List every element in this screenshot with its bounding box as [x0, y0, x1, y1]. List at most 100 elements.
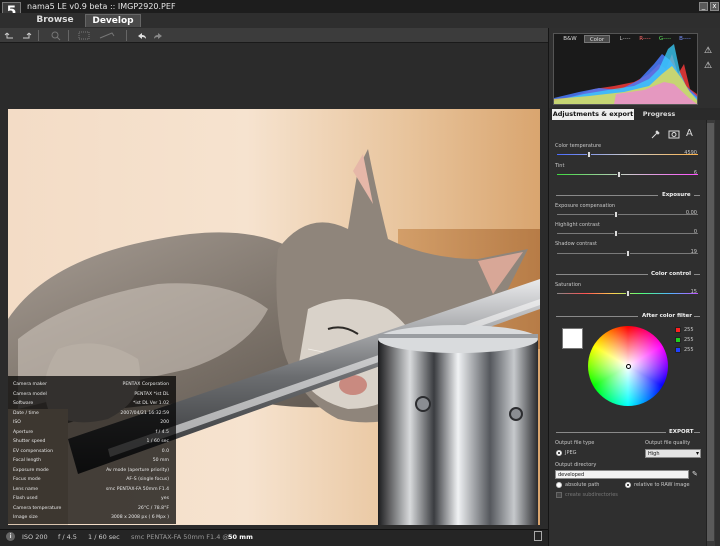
section-divider: [556, 432, 666, 433]
highlight-contrast-label: Highlight contrast: [555, 222, 600, 228]
exif-value: 26°C / 78.8°F: [138, 505, 169, 511]
color-wheel-picker[interactable]: [626, 364, 631, 369]
absolute-path-label: absolute path: [565, 482, 600, 488]
section-divider: [556, 274, 648, 275]
status-bar: [0, 529, 548, 546]
exposure-compensation-thumb[interactable]: [614, 211, 619, 218]
tint-value: 6: [693, 170, 697, 176]
tint-thumb[interactable]: [617, 171, 622, 178]
exposure-compensation-label: Exposure compensation: [555, 203, 616, 209]
rotate-left-icon[interactable]: [4, 30, 16, 41]
exif-row: Focus mode AF-S (single focus): [8, 475, 176, 485]
jpeg-radio[interactable]: [556, 450, 562, 456]
red-channel-value: 255: [684, 327, 694, 333]
histo-tab-bw[interactable]: B&W: [557, 35, 583, 43]
absolute-path-radio[interactable]: [556, 482, 562, 488]
exif-key: Camera temperature: [13, 505, 62, 511]
section-divider: [694, 316, 700, 317]
output-directory-label: Output directory: [555, 462, 597, 468]
shadow-warning-icon[interactable]: ⚠: [702, 61, 714, 72]
info-icon[interactable]: i: [6, 532, 15, 541]
color-temperature-track[interactable]: [557, 154, 698, 155]
window-title: nama5 LE v0.9 beta :: IMGP2920.PEF: [27, 2, 176, 11]
eyedropper-icon[interactable]: [651, 129, 661, 139]
highlight-contrast-value: 0: [693, 229, 697, 235]
auto-adjust-icon[interactable]: A: [686, 128, 693, 139]
shadow-contrast-thumb[interactable]: [625, 250, 630, 257]
page-icon[interactable]: [534, 531, 542, 541]
create-subdirectories-checkbox[interactable]: [556, 492, 562, 498]
rotate-right-icon[interactable]: [20, 30, 32, 41]
exif-value: Av mode (aperture priority): [106, 467, 169, 473]
camera-icon[interactable]: [668, 129, 680, 139]
histo-tab-color[interactable]: Color: [584, 35, 610, 43]
exif-row: ISO 200: [8, 418, 176, 428]
exposure-compensation-track[interactable]: [557, 214, 698, 215]
exif-row: Software *ist DL Ver 1.02: [8, 399, 176, 409]
status-shutter: 1 / 60 sec: [88, 533, 120, 541]
exif-key: Camera maker: [13, 382, 47, 387]
exif-row: Date / time 2007/04/21 16:32:59: [8, 409, 176, 419]
highlight-contrast-thumb[interactable]: [614, 230, 619, 237]
exif-row: Camera temperature 26°C / 78.8°F: [8, 504, 176, 514]
exposure-compensation-value: 0.00: [685, 210, 697, 216]
histo-tab-r[interactable]: R----: [637, 35, 653, 43]
color-temperature-thumb[interactable]: [587, 151, 592, 158]
exif-row: Exposure mode Av mode (aperture priority): [8, 466, 176, 476]
output-quality-label: Output file quality: [645, 440, 691, 446]
section-divider: [556, 195, 658, 196]
filter-color-swatch[interactable]: [562, 328, 583, 349]
exif-key: Lens name: [13, 486, 39, 492]
close-button[interactable]: x: [710, 2, 719, 11]
exif-key: Focus mode: [13, 477, 41, 482]
exif-value: 200: [160, 420, 169, 425]
exif-row: Flash used yes: [8, 494, 176, 504]
green-channel-icon: [675, 337, 681, 343]
exif-value: PENTAX *ist DL: [134, 391, 169, 397]
straighten-icon[interactable]: [98, 30, 116, 41]
exif-value: 2007/04/21 16:32:59: [120, 410, 169, 416]
output-file-type-label: Output file type: [555, 440, 595, 446]
undo-icon[interactable]: [136, 30, 148, 41]
saturation-thumb[interactable]: [625, 290, 630, 297]
histo-tab-g[interactable]: G----: [657, 35, 673, 43]
status-lens: smc PENTAX-FA 50mm F1.4 @: [131, 533, 229, 541]
tab-adjustments-export[interactable]: Adjustments & export: [552, 109, 634, 120]
saturation-value: 15: [690, 289, 697, 295]
status-aperture: f / 4.5: [58, 533, 77, 541]
minimize-button[interactable]: _: [699, 2, 708, 11]
section-divider: [694, 274, 700, 275]
exif-key: Shutter speed: [13, 439, 46, 444]
histo-tab-l[interactable]: L----: [617, 35, 633, 43]
histo-tab-b[interactable]: B----: [677, 35, 693, 43]
highlight-contrast-track[interactable]: [557, 233, 698, 234]
exif-row: EV compensation 0.0: [8, 447, 176, 457]
exif-key: Flash used: [13, 496, 38, 501]
tab-develop[interactable]: Develop: [85, 14, 141, 27]
tint-label: Tint: [555, 163, 565, 169]
zoom-icon[interactable]: [50, 30, 62, 41]
jpeg-label: JPEG: [565, 450, 577, 456]
tab-progress[interactable]: Progress: [636, 109, 682, 120]
redo-icon[interactable]: [152, 30, 164, 41]
highlight-warning-icon[interactable]: ⚠: [702, 46, 714, 57]
folder-browse-icon[interactable]: ✎: [692, 470, 702, 479]
relative-path-radio[interactable]: [625, 482, 631, 488]
exif-value: *ist DL Ver 1.02: [133, 401, 169, 406]
section-color-control: Color control: [651, 271, 692, 277]
output-directory-input[interactable]: developed: [555, 470, 689, 479]
toolbar-separator: [68, 30, 69, 41]
relative-path-label: relative to RAW image: [634, 482, 690, 488]
quality-select-value: High: [648, 451, 660, 457]
quality-select[interactable]: High ▾: [645, 449, 701, 458]
status-iso: ISO 200: [22, 533, 48, 541]
tab-browse[interactable]: Browse: [27, 14, 83, 27]
exif-key: Aperture: [13, 429, 34, 435]
red-channel-icon: [675, 327, 681, 333]
chevron-down-icon: ▾: [695, 450, 699, 457]
crop-icon[interactable]: [76, 30, 92, 41]
section-exposure: Exposure: [662, 192, 691, 198]
tint-track[interactable]: [557, 174, 698, 175]
exif-value: 1 / 60 sec: [146, 439, 169, 444]
panel-scrollbar-thumb[interactable]: [707, 123, 714, 541]
